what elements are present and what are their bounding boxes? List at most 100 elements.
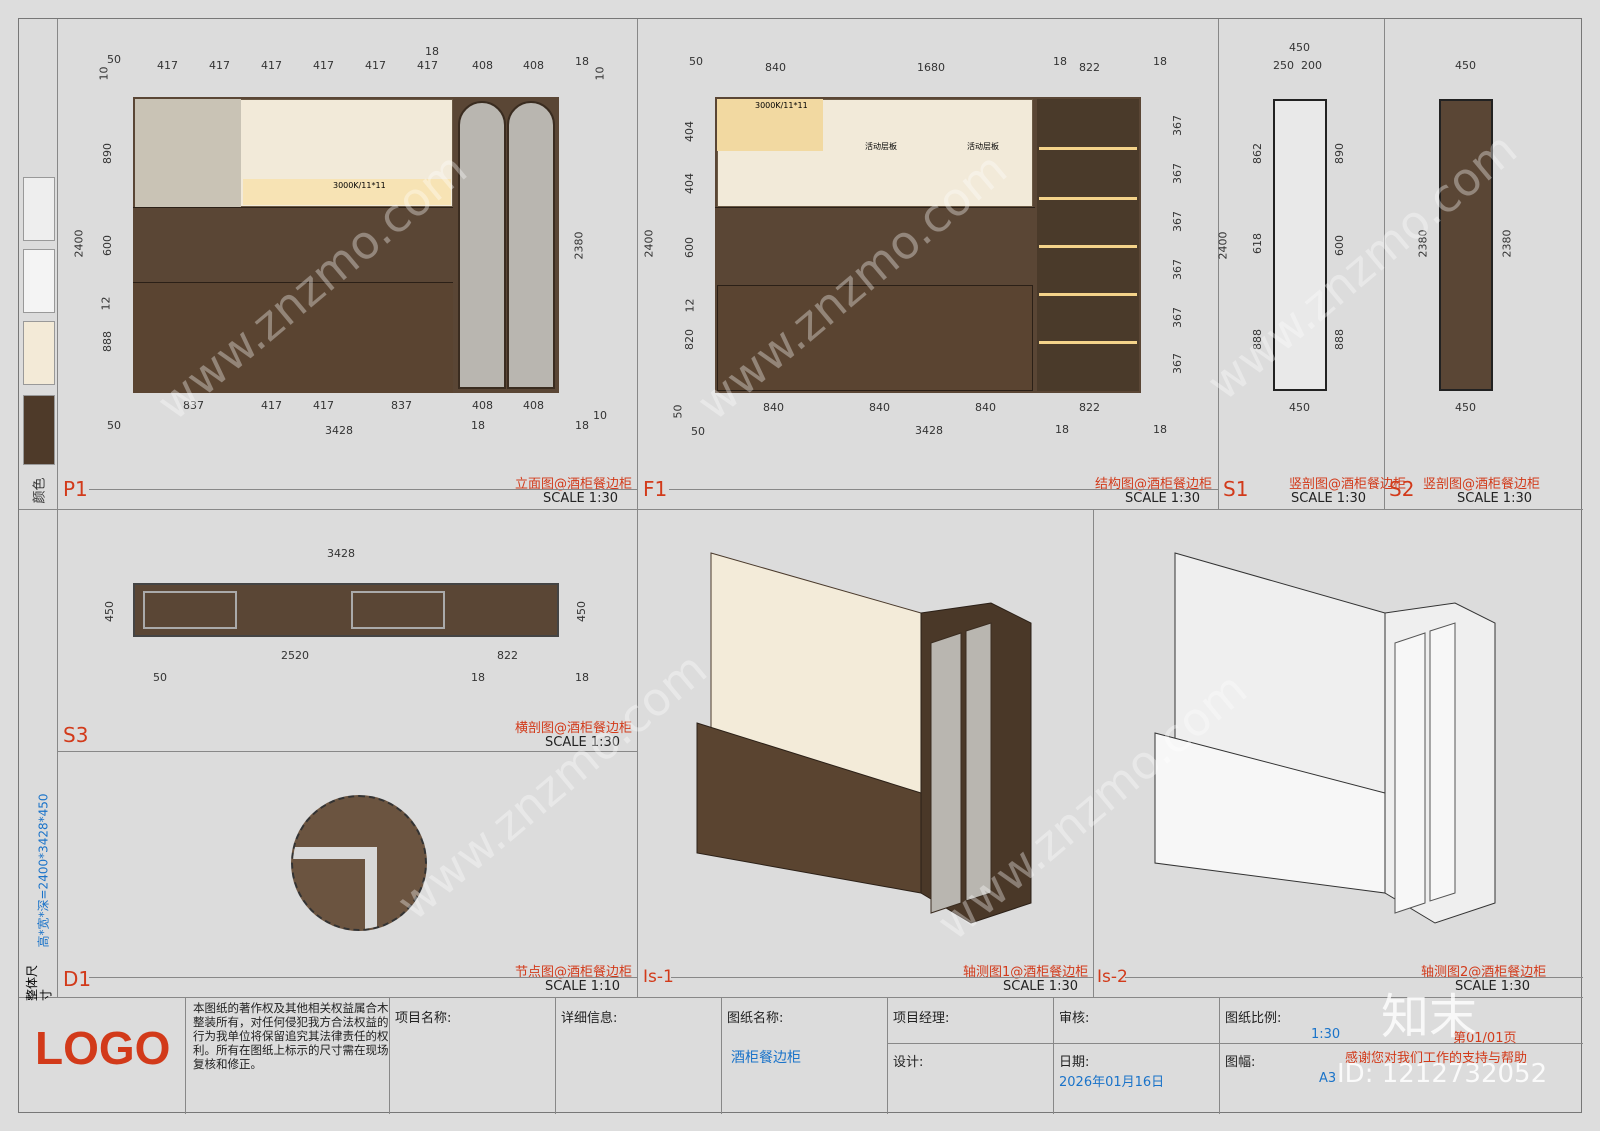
f1-dim-l7: 12 <box>683 298 697 313</box>
drawing-sheet: 颜色 高*宽*深=2400*3428*450 整体尺寸 3000K/11*11 … <box>18 18 1583 1114</box>
p1-dim-t10l: 10 <box>97 66 111 81</box>
is2-axonometric <box>1154 552 1496 924</box>
p1-dim-b0: 837 <box>183 399 204 412</box>
s1-scale: SCALE 1:30 <box>1291 491 1367 506</box>
date-label: 日期: <box>1059 1055 1090 1070</box>
p1-dim-b2: 417 <box>313 399 334 412</box>
drawing-name-value: 酒柜餐边柜 <box>731 1050 801 1066</box>
p1-dim-t6: 417 <box>417 59 438 72</box>
s2-dim-bottom: 450 <box>1455 401 1476 414</box>
p1-dim-b18b: 18 <box>575 419 589 432</box>
f1-shelf-note-2: 活动层板 <box>967 142 999 151</box>
f1-dim-b2: 840 <box>975 401 996 414</box>
color-swatch-cream <box>23 321 55 385</box>
s3-dim-18: 18 <box>471 671 485 684</box>
p1-dim-t2: 417 <box>209 59 230 72</box>
s3-dim-total: 3428 <box>327 547 355 560</box>
project-label: 项目名称: <box>395 1011 452 1026</box>
p1-dim-b10: 10 <box>593 409 607 422</box>
p1-dim-b50: 50 <box>107 419 121 432</box>
p1-light-note: 3000K/11*11 <box>333 181 386 190</box>
f1-dim-t1: 840 <box>765 61 786 74</box>
p1-elevation: 3000K/11*11 <box>133 97 559 393</box>
s2-dim-w: 450 <box>1455 59 1476 72</box>
f1-dim-l6: 600 <box>683 237 696 258</box>
f1-dim-t0: 50 <box>689 55 703 68</box>
is1-axonometric <box>696 552 1032 924</box>
f1-dim-l2: 404 <box>683 121 696 142</box>
p1-dim-r: 2380 <box>572 231 586 260</box>
s1-dim-r3: 888 <box>1333 329 1346 350</box>
p1-dim-t10r: 10 <box>593 66 607 81</box>
s1-dim-w2: 200 <box>1301 59 1322 72</box>
p1-dim-l3: 12 <box>99 296 113 311</box>
logo: LOGO <box>35 1022 171 1074</box>
color-label: 颜色 <box>32 477 48 504</box>
s3-title: 横剖图@酒柜餐边柜 <box>515 721 633 736</box>
f1-dim-b18: 18 <box>1055 423 1069 436</box>
s1-dim-r1: 600 <box>1333 235 1346 256</box>
s3-dim-50: 50 <box>153 671 167 684</box>
p1-dim-l4: 888 <box>101 331 114 352</box>
p1-dim-b4: 408 <box>472 399 493 412</box>
s3-scale: SCALE 1:30 <box>545 735 621 750</box>
watermark-site-4: www.znzmo.com <box>386 641 717 931</box>
is1-code: Is-1 <box>643 967 674 987</box>
p1-scale: SCALE 1:30 <box>543 491 619 506</box>
f1-structure: 3000K/11*11 活动层板 活动层板 <box>715 97 1141 393</box>
p1-dim-t8: 408 <box>523 59 544 72</box>
color-swatch-walnut <box>23 395 55 465</box>
f1-code: F1 <box>643 477 668 501</box>
color-swatch-stone <box>23 249 55 313</box>
f1-dim-b0: 840 <box>763 401 784 414</box>
f1-dim-t4: 822 <box>1079 61 1100 74</box>
s3-code: S3 <box>63 723 89 747</box>
date-value: 2026年01月16日 <box>1059 1075 1165 1090</box>
size-value: 高*宽*深=2400*3428*450 <box>36 793 51 948</box>
paper-size-label: 图幅: <box>1225 1055 1256 1070</box>
drawing-name-label: 图纸名称: <box>727 1011 784 1026</box>
s2-title: 竖剖图@酒柜餐边柜 <box>1423 477 1541 492</box>
s1-dim-l2: 618 <box>1251 233 1264 254</box>
detail-label: 详细信息: <box>561 1011 618 1026</box>
s2-section <box>1439 99 1493 391</box>
s1-dim-r0: 890 <box>1333 143 1346 164</box>
p1-dim-t3: 417 <box>261 59 282 72</box>
s2-scale: SCALE 1:30 <box>1457 491 1533 506</box>
s3-dim-l: 450 <box>103 601 116 622</box>
s2-dim-r0: 2380 <box>1500 229 1514 258</box>
f1-dim-t3: 18 <box>1053 55 1067 68</box>
f1-dim-r8: 367 <box>1171 307 1184 328</box>
s2-code: S2 <box>1389 477 1415 501</box>
s1-code: S1 <box>1223 477 1249 501</box>
s3-dim-b: 822 <box>497 649 518 662</box>
copyright-note: 本图纸的著作权及其他相关权益属合木整装所有，对任何侵犯我方合法权益的行为我单位将… <box>193 1001 389 1071</box>
watermark-brand: 知末 <box>1381 989 1478 1045</box>
manager-label: 项目经理: <box>893 1011 950 1026</box>
s1-dim-bottom: 450 <box>1289 401 1310 414</box>
s1-dim-l1: 862 <box>1251 143 1264 164</box>
watermark-id: ID: 1212732052 <box>1337 1059 1548 1089</box>
f1-dim-b1: 840 <box>869 401 890 414</box>
p1-dim-l0: 2400 <box>72 229 86 258</box>
f1-dim-r0: 367 <box>1171 115 1184 136</box>
p1-dim-t0: 50 <box>107 53 121 66</box>
s3-dim-18b: 18 <box>575 671 589 684</box>
f1-dim-r4: 367 <box>1171 211 1184 232</box>
s3-plan <box>133 583 559 637</box>
p1-dim-l2: 600 <box>101 235 114 256</box>
f1-dim-l0: 2400 <box>642 229 656 258</box>
design-label: 设计: <box>893 1055 924 1070</box>
f1-dim-total: 3428 <box>915 424 943 437</box>
s2-dim-l0: 2380 <box>1416 229 1430 258</box>
d1-scale: SCALE 1:10 <box>545 979 621 994</box>
p1-dim-t4: 417 <box>313 59 334 72</box>
f1-dim-t5: 18 <box>1153 55 1167 68</box>
d1-code: D1 <box>63 967 92 991</box>
s3-dim-r: 450 <box>575 601 588 622</box>
f1-dim-t2: 1680 <box>917 61 945 74</box>
p1-dim-t9: 18 <box>425 45 439 58</box>
p1-dim-t10: 18 <box>575 55 589 68</box>
size-label: 整体尺寸 <box>25 964 53 1001</box>
f1-dim-r2: 367 <box>1171 163 1184 184</box>
